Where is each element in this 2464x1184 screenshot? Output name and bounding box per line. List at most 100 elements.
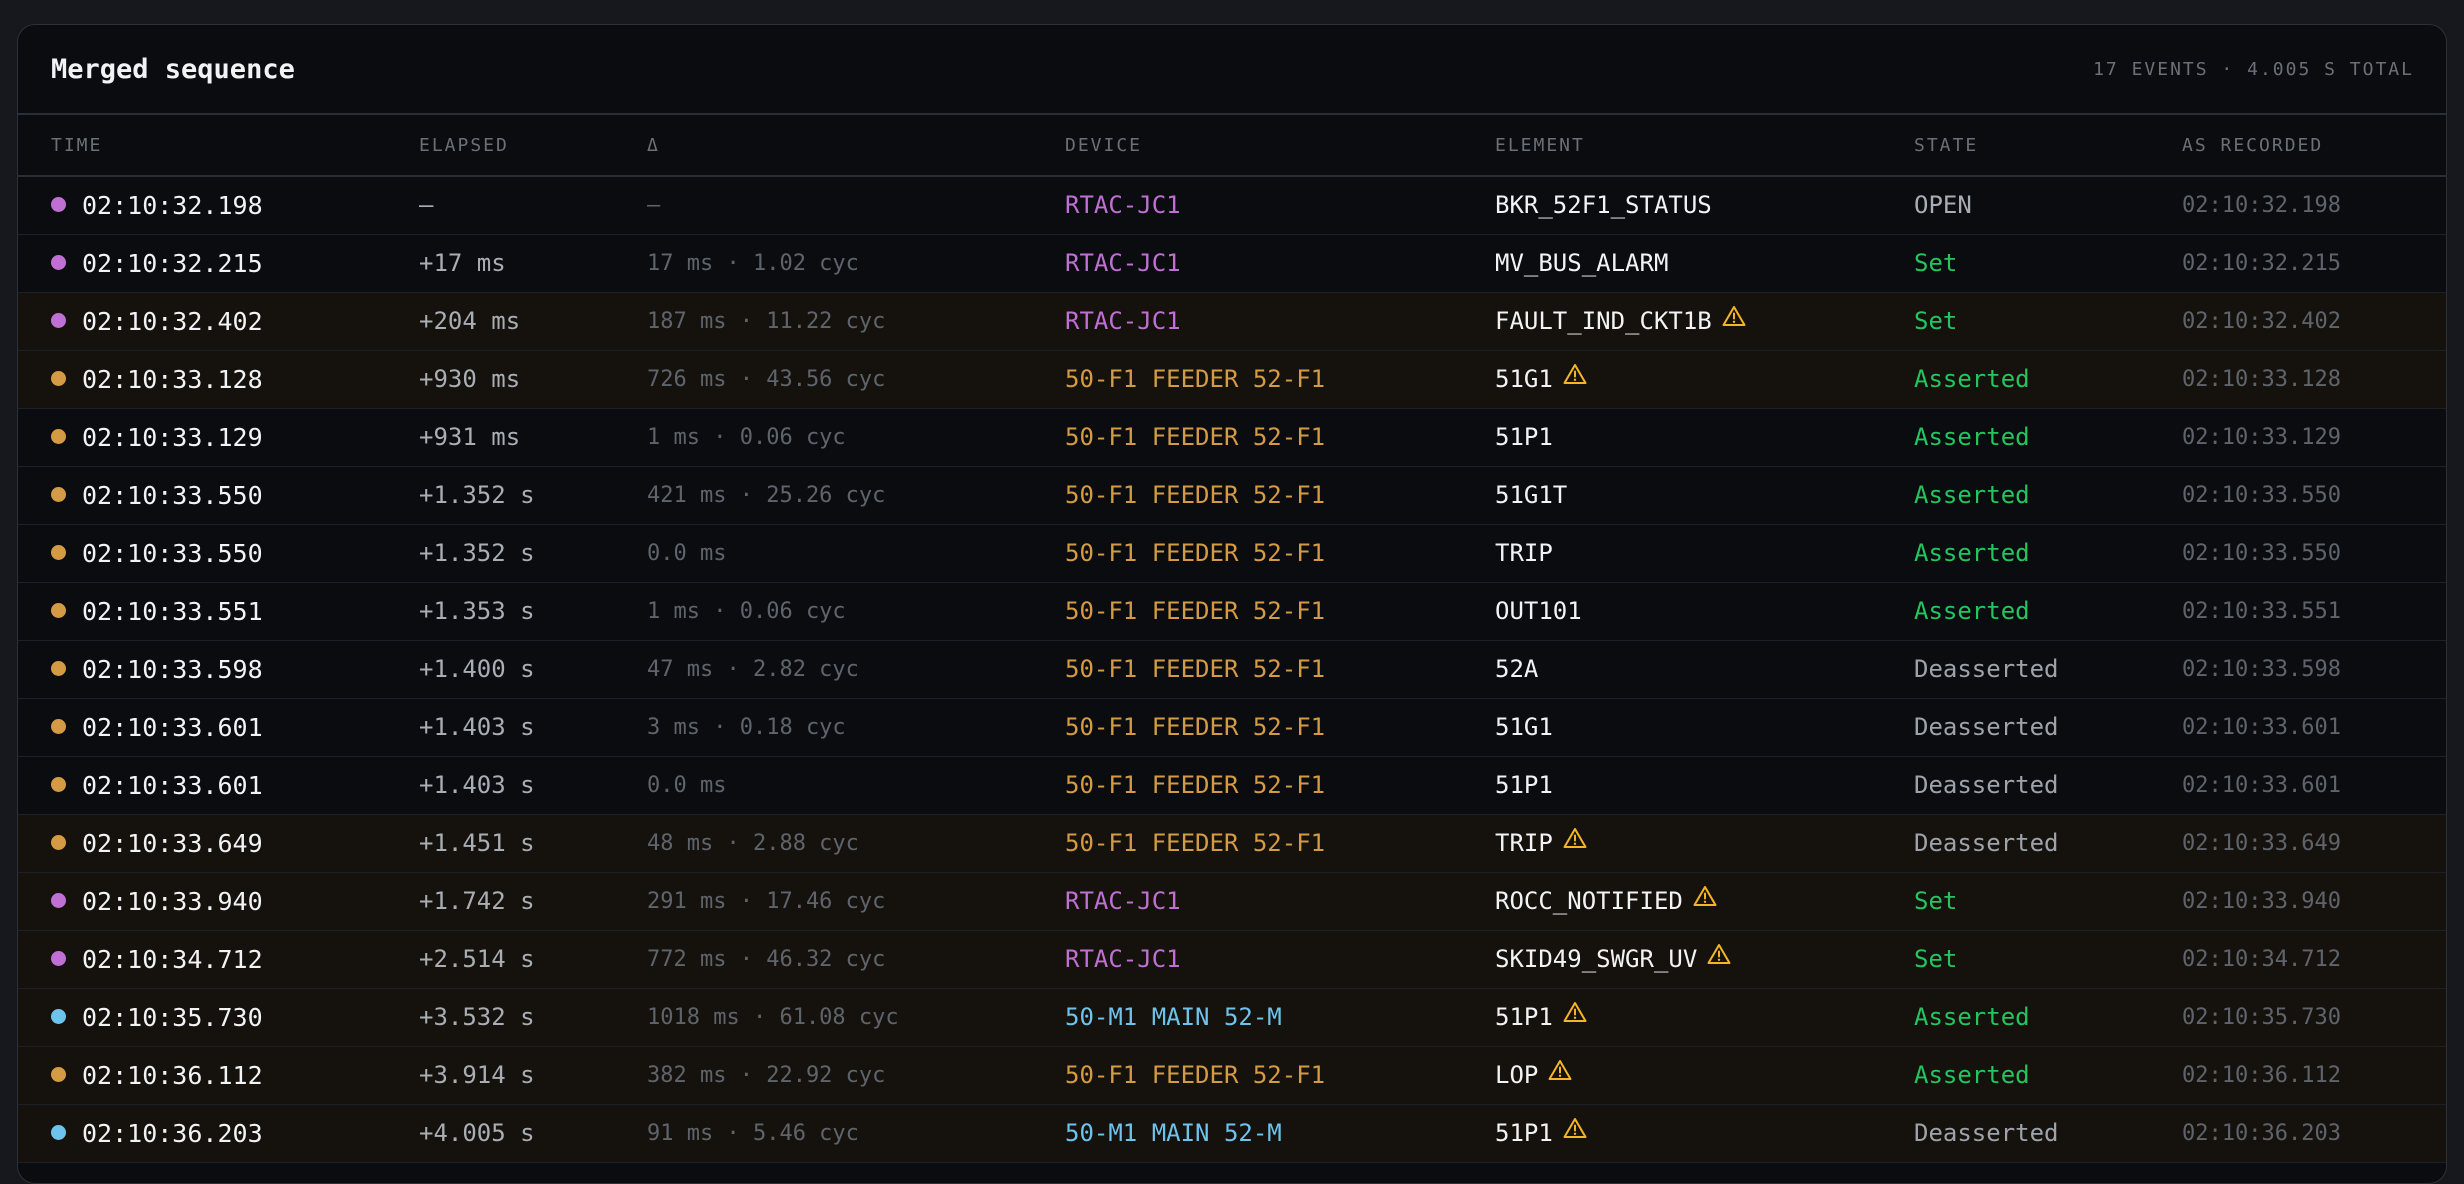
merged-sequence-panel: Merged sequence 17 EVENTS · 4.005 S TOTA…: [17, 24, 2447, 1184]
time-cell: 02:10:35.730: [18, 988, 419, 1046]
state-cell: Deasserted: [1914, 829, 2059, 857]
table-row[interactable]: 02:10:33.940 +1.742 s 291 ms · 17.46 cyc…: [18, 872, 2446, 930]
delta-cell: 0.0 ms: [647, 540, 727, 566]
column-header-state[interactable]: STATE: [1914, 115, 2182, 176]
panel-title: Merged sequence: [51, 53, 295, 85]
element-name: FAULT_IND_CKT1B: [1495, 306, 1712, 335]
element-cell: 52A: [1495, 640, 1914, 698]
state-cell: Asserted: [1914, 1003, 2030, 1031]
time-cell: 02:10:33.601: [18, 698, 419, 756]
column-header-elapsed[interactable]: ELAPSED: [419, 115, 647, 176]
delta-cell: 187 ms · 11.22 cyc: [647, 308, 886, 334]
column-header-device[interactable]: DEVICE: [1065, 115, 1495, 176]
device-dot-icon: [51, 487, 66, 502]
delta-cell: 17 ms · 1.02 cyc: [647, 250, 859, 276]
state-cell: Deasserted: [1914, 771, 2059, 799]
table-row[interactable]: 02:10:33.598 +1.400 s 47 ms · 2.82 cyc 5…: [18, 640, 2446, 698]
table-row[interactable]: 02:10:32.215 +17 ms 17 ms · 1.02 cyc RTA…: [18, 234, 2446, 292]
elapsed-cell: +4.005 s: [419, 1119, 535, 1147]
as-recorded-cell: 02:10:33.551: [2182, 598, 2341, 624]
time-cell: 02:10:34.712: [18, 930, 419, 988]
as-recorded-cell: 02:10:32.198: [2182, 192, 2341, 218]
device-cell: RTAC-JC1: [1065, 191, 1181, 220]
warning-icon: [1722, 305, 1746, 333]
table-row[interactable]: 02:10:33.649 +1.451 s 48 ms · 2.88 cyc 5…: [18, 814, 2446, 872]
time-cell: 02:10:33.550: [18, 524, 419, 582]
device-dot-icon: [51, 951, 66, 966]
state-cell: Set: [1914, 887, 1958, 915]
element-cell: 51P1: [1495, 408, 1914, 466]
element-cell: TRIP: [1495, 524, 1914, 582]
elapsed-cell: +2.514 s: [419, 945, 535, 973]
element-cell: FAULT_IND_CKT1B: [1495, 292, 1914, 350]
device-dot-icon: [51, 1067, 66, 1082]
elapsed-cell: +1.451 s: [419, 829, 535, 857]
event-time: 02:10:33.601: [82, 770, 263, 800]
elapsed-cell: +1.352 s: [419, 481, 535, 509]
state-cell: Asserted: [1914, 597, 2030, 625]
time-cell: 02:10:33.649: [18, 814, 419, 872]
table-row[interactable]: 02:10:33.129 +931 ms 1 ms · 0.06 cyc 50-…: [18, 408, 2446, 466]
table-row[interactable]: 02:10:36.203 +4.005 s 91 ms · 5.46 cyc 5…: [18, 1104, 2446, 1162]
event-time: 02:10:36.112: [82, 1060, 263, 1090]
as-recorded-cell: 02:10:33.550: [2182, 482, 2341, 508]
state-cell: Deasserted: [1914, 713, 2059, 741]
table-row[interactable]: 02:10:36.112 +3.914 s 382 ms · 22.92 cyc…: [18, 1046, 2446, 1104]
device-cell: 50-M1 MAIN 52-M: [1065, 1119, 1282, 1147]
as-recorded-cell: 02:10:33.940: [2182, 888, 2341, 914]
table-row[interactable]: 02:10:34.712 +2.514 s 772 ms · 46.32 cyc…: [18, 930, 2446, 988]
as-recorded-cell: 02:10:33.129: [2182, 424, 2341, 450]
element-name: 51P1: [1495, 1002, 1553, 1031]
time-cell: 02:10:32.198: [18, 176, 419, 234]
table-row[interactable]: 02:10:33.550 +1.352 s 0.0 ms 50-F1 FEEDE…: [18, 524, 2446, 582]
device-cell: 50-F1 FEEDER 52-F1: [1065, 771, 1326, 799]
device-cell: 50-F1 FEEDER 52-F1: [1065, 1061, 1326, 1089]
event-time: 02:10:33.550: [82, 480, 263, 510]
device-cell: 50-M1 MAIN 52-M: [1065, 1003, 1282, 1031]
as-recorded-cell: 02:10:33.550: [2182, 540, 2341, 566]
device-dot-icon: [51, 1125, 66, 1140]
element-cell: SKID49_SWGR_UV: [1495, 930, 1914, 988]
column-header-element[interactable]: ELEMENT: [1495, 115, 1914, 176]
table-row[interactable]: 02:10:33.601 +1.403 s 3 ms · 0.18 cyc 50…: [18, 698, 2446, 756]
column-header-time[interactable]: TIME: [18, 115, 419, 176]
column-header-as-recorded[interactable]: AS RECORDED: [2182, 115, 2446, 176]
table-row[interactable]: 02:10:32.198 — — RTAC-JC1 BKR_52F1_STATU…: [18, 176, 2446, 234]
table-row[interactable]: 02:10:33.128 +930 ms 726 ms · 43.56 cyc …: [18, 350, 2446, 408]
device-dot-icon: [51, 777, 66, 792]
event-time: 02:10:33.649: [82, 828, 263, 858]
elapsed-cell: +1.353 s: [419, 597, 535, 625]
state-cell: Set: [1914, 307, 1958, 335]
table-row[interactable]: 02:10:33.550 +1.352 s 421 ms · 25.26 cyc…: [18, 466, 2446, 524]
column-header-delta[interactable]: Δ: [647, 115, 1065, 176]
event-time: 02:10:33.550: [82, 538, 263, 568]
table-row[interactable]: 02:10:35.730 +3.532 s 1018 ms · 61.08 cy…: [18, 988, 2446, 1046]
elapsed-cell: +931 ms: [419, 423, 521, 451]
element-cell: MV_BUS_ALARM: [1495, 234, 1914, 292]
element-cell: BKR_52F1_STATUS: [1495, 176, 1914, 234]
elapsed-cell: —: [419, 191, 434, 220]
device-cell: 50-F1 FEEDER 52-F1: [1065, 539, 1326, 567]
element-name: LOP: [1495, 1060, 1539, 1089]
elapsed-cell: +930 ms: [419, 365, 521, 393]
table-row[interactable]: 02:10:32.402 +204 ms 187 ms · 11.22 cyc …: [18, 292, 2446, 350]
elapsed-cell: +1.403 s: [419, 771, 535, 799]
device-dot-icon: [51, 603, 66, 618]
table-row[interactable]: 02:10:33.601 +1.403 s 0.0 ms 50-F1 FEEDE…: [18, 756, 2446, 814]
warning-icon: [1707, 943, 1731, 971]
event-time: 02:10:35.730: [82, 1002, 263, 1032]
device-dot-icon: [51, 835, 66, 850]
events-summary: 17 EVENTS · 4.005 S TOTAL: [2093, 58, 2414, 80]
device-cell: 50-F1 FEEDER 52-F1: [1065, 829, 1326, 857]
sequence-table: TIME ELAPSED Δ DEVICE ELEMENT STATE AS R…: [18, 115, 2446, 1163]
device-dot-icon: [51, 719, 66, 734]
time-cell: 02:10:33.550: [18, 466, 419, 524]
element-name: 51P1: [1495, 423, 1553, 451]
table-row[interactable]: 02:10:33.551 +1.353 s 1 ms · 0.06 cyc 50…: [18, 582, 2446, 640]
delta-cell: 48 ms · 2.88 cyc: [647, 830, 859, 856]
device-cell: RTAC-JC1: [1065, 945, 1181, 973]
element-name: TRIP: [1495, 828, 1553, 857]
device-cell: 50-F1 FEEDER 52-F1: [1065, 713, 1326, 741]
state-cell: Asserted: [1914, 365, 2030, 393]
as-recorded-cell: 02:10:35.730: [2182, 1004, 2341, 1030]
